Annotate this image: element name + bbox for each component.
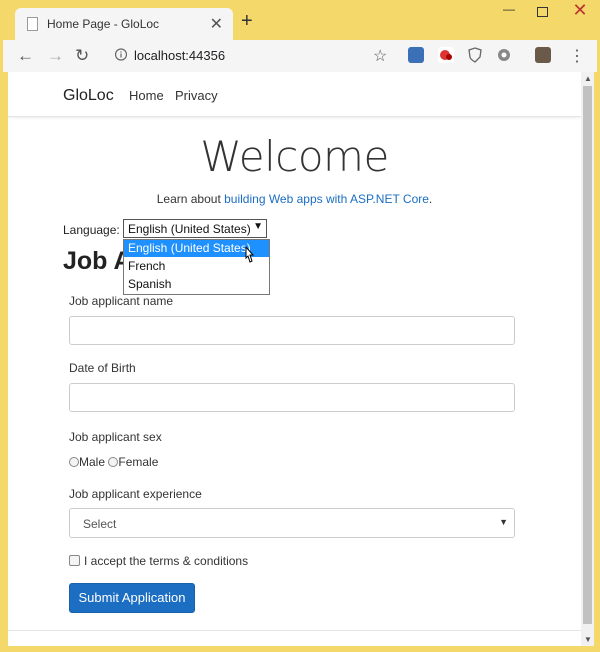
applicant-name-label: Job applicant name xyxy=(69,294,174,308)
page-viewport: GloLoc Home Privacy Welcome Learn about … xyxy=(8,72,581,646)
chevron-down-icon: ▼ xyxy=(499,517,508,527)
experience-selected-value: Select xyxy=(83,517,117,531)
scrollbar-thumb[interactable] xyxy=(583,86,592,624)
maximize-button[interactable] xyxy=(537,7,548,17)
female-radio[interactable] xyxy=(108,457,119,467)
site-navbar: GloLoc Home Privacy xyxy=(8,72,581,117)
language-selected-value: English (United States) xyxy=(128,222,251,236)
language-option-spanish[interactable]: Spanish xyxy=(124,276,269,293)
page-scrollbar[interactable]: ▲ ▼ xyxy=(581,72,594,646)
page-icon xyxy=(27,17,38,31)
applicant-sex-label: Job applicant sex xyxy=(69,430,162,444)
nav-link-home[interactable]: Home xyxy=(129,88,164,103)
applicant-name-input[interactable] xyxy=(69,316,515,345)
extension-icon-1[interactable] xyxy=(408,47,424,63)
dropdown-arrow-icon: ▼ xyxy=(253,221,263,232)
terms-label: I accept the terms & conditions xyxy=(84,554,249,568)
form-heading: Job A xyxy=(63,247,132,275)
page-title: Welcome xyxy=(200,132,389,181)
url-text: localhost:44356 xyxy=(134,48,226,63)
footer-divider xyxy=(8,630,581,631)
puzzle-icon[interactable] xyxy=(496,47,512,63)
browser-toolbar: ← → ↻ localhost:44356 ☆ ⋮ xyxy=(3,40,597,72)
address-bar[interactable]: localhost:44356 xyxy=(115,43,397,68)
minimize-button[interactable]: — xyxy=(503,2,515,16)
sex-radio-group: Male Female xyxy=(69,455,158,469)
tab-title: Home Page - GloLoc xyxy=(47,17,160,31)
shield-icon[interactable] xyxy=(467,47,483,63)
learn-suffix: . xyxy=(428,192,433,206)
aspnet-docs-link[interactable]: building Web apps with ASP.NET Core xyxy=(224,192,429,206)
browser-menu-icon[interactable]: ⋮ xyxy=(569,46,585,66)
date-of-birth-label: Date of Birth xyxy=(69,361,136,375)
forward-button[interactable]: → xyxy=(47,46,64,66)
browser-window: Home Page - GloLoc ✕ + — ✕ ← → ↻ localho… xyxy=(3,0,597,649)
info-icon xyxy=(115,48,127,61)
site-brand[interactable]: GloLoc xyxy=(63,87,114,105)
mouse-cursor-icon xyxy=(245,246,255,263)
close-window-button[interactable]: ✕ xyxy=(563,0,597,22)
reload-button[interactable]: ↻ xyxy=(75,46,89,66)
tab-bar: Home Page - GloLoc ✕ + — ✕ xyxy=(3,0,597,40)
male-label: Male xyxy=(79,455,106,469)
scroll-down-icon[interactable]: ▼ xyxy=(584,635,592,644)
experience-label: Job applicant experience xyxy=(69,487,202,501)
close-tab-icon[interactable]: ✕ xyxy=(210,14,223,34)
language-select[interactable]: English (United States) ▼ xyxy=(123,219,267,238)
terms-row: I accept the terms & conditions xyxy=(69,554,248,568)
submit-application-button[interactable]: Submit Application xyxy=(69,583,195,613)
nav-link-privacy[interactable]: Privacy xyxy=(175,88,218,103)
bookmark-star-icon[interactable]: ☆ xyxy=(373,46,387,66)
learn-text: Learn about building Web apps with ASP.N… xyxy=(8,192,581,206)
new-tab-button[interactable]: + xyxy=(241,11,253,31)
scroll-up-icon[interactable]: ▲ xyxy=(584,74,592,83)
browser-tab[interactable]: Home Page - GloLoc ✕ xyxy=(15,8,233,40)
extension-icon-2[interactable] xyxy=(438,47,454,63)
female-label: Female xyxy=(118,455,159,469)
male-radio[interactable] xyxy=(69,457,79,467)
terms-checkbox[interactable] xyxy=(69,555,80,566)
profile-avatar[interactable] xyxy=(535,47,551,63)
date-of-birth-input[interactable] xyxy=(69,383,515,412)
language-label: Language: xyxy=(63,223,120,237)
experience-select[interactable]: Select ▼ xyxy=(69,508,515,538)
learn-prefix: Learn about xyxy=(156,192,225,206)
back-button[interactable]: ← xyxy=(17,46,34,66)
